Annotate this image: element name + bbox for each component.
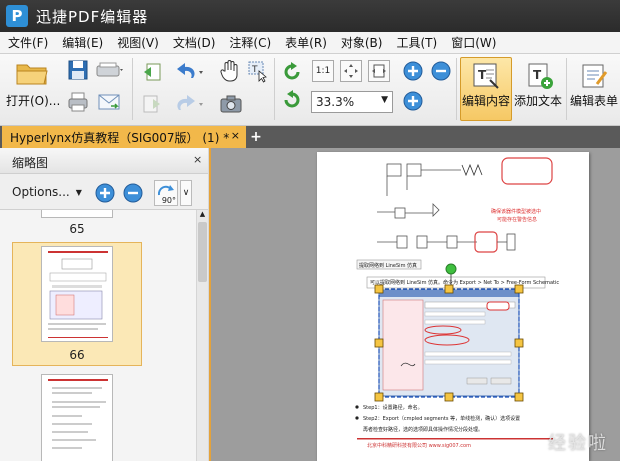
undo-icon[interactable] <box>172 60 206 84</box>
zoom-level-value: 33.3% <box>316 95 355 109</box>
svg-text:T: T <box>533 68 542 82</box>
thumbnails-panel: 缩略图 × Options... ▼ 90° ∨ 65 66 ▲ <box>0 148 208 461</box>
body-line: 再者检查好路径，选的选项即具体操作情况分段处理。 <box>363 427 484 433</box>
thumbnail-page-number: 66 <box>69 348 85 362</box>
watermark: 经验啦 <box>548 433 608 454</box>
menu-document[interactable]: 文档(D) <box>166 34 223 51</box>
thumbnail-scrollbar[interactable]: ▲ <box>196 210 208 461</box>
chevron-down-icon: ▼ <box>381 95 388 105</box>
fit-page-icon[interactable] <box>340 60 362 82</box>
next-page-icon[interactable] <box>140 92 164 116</box>
options-label: Options... <box>12 185 70 199</box>
add-text-label[interactable]: 添加文本 <box>514 92 562 109</box>
thumbnail-list: 65 66 <box>0 210 196 461</box>
pdf-page[interactable]: 确保该器件模型被选中 可能存在警告信息 提取网络到 LineSim 仿真 可以提… <box>317 152 589 461</box>
chevron-down-icon: ▼ <box>75 187 82 197</box>
new-tab-button[interactable]: + <box>248 129 264 145</box>
menu-view[interactable]: 视图(V) <box>110 34 166 51</box>
instruction-text: 可以提取网络到 LineSim 仿真。命令为 Export > Net To >… <box>370 280 560 286</box>
zoom-in-icon[interactable] <box>402 60 424 82</box>
bullet-step2: Step2：Export（cmpled segments 等，单线检测，确认）选… <box>363 416 521 422</box>
svg-text:T: T <box>478 68 487 82</box>
close-tab-icon[interactable]: × <box>231 129 240 142</box>
rotate-angle-label: 90° <box>161 196 176 205</box>
bullet-step1: Step1：设置路径，命名。 <box>363 405 423 411</box>
email-icon[interactable] <box>96 90 122 114</box>
actual-size-icon[interactable]: 1:1 <box>312 60 334 82</box>
open-button[interactable]: 打开(O)... <box>6 92 60 109</box>
menu-tools[interactable]: 工具(T) <box>389 34 444 51</box>
thumbnails-toolbar: Options... ▼ 90° ∨ <box>0 174 208 210</box>
redo-icon[interactable] <box>172 92 206 116</box>
zoom-out-icon[interactable] <box>430 60 452 82</box>
save-icon[interactable] <box>66 58 90 82</box>
document-tab[interactable]: Hyperlynx仿真教程（SIG007版） (1) * × <box>2 126 246 148</box>
app-title: 迅捷PDF编辑器 <box>36 7 149 26</box>
menu-form[interactable]: 表单(R) <box>278 34 334 51</box>
ribbon-toolbar: 打开(O)... T 1:1 33.3% ▼ T 编辑内容 T 添加文本 编辑表… <box>0 54 620 126</box>
print-icon[interactable] <box>66 90 90 114</box>
scrollbar-thumb[interactable] <box>198 222 207 282</box>
document-tab-strip: Hyperlynx仿真教程（SIG007版） (1) * × + <box>0 126 620 148</box>
reduce-thumbnails-icon[interactable] <box>122 182 144 204</box>
scroll-up-icon[interactable]: ▲ <box>198 210 207 220</box>
options-dropdown[interactable]: Options... ▼ <box>12 181 82 203</box>
thumbnail-page-number: 65 <box>69 222 85 236</box>
edit-content-icon: T <box>472 62 500 90</box>
menu-object[interactable]: 对象(B) <box>334 34 390 51</box>
zoom-level-select[interactable]: 33.3% ▼ <box>311 91 393 113</box>
red-note-warning: 可能存在警告信息 <box>497 217 538 223</box>
open-folder-icon[interactable] <box>14 58 50 88</box>
caption-text: 提取网络到 LineSim 仿真 <box>359 263 418 269</box>
red-note-model: 确保该器件模型被选中 <box>491 209 542 215</box>
hand-tool-icon[interactable] <box>218 58 242 84</box>
select-text-icon[interactable]: T <box>246 58 270 84</box>
edit-form-icon[interactable] <box>580 62 608 90</box>
menu-edit[interactable]: 编辑(E) <box>55 34 110 51</box>
title-bar: P 迅捷PDF编辑器 <box>0 0 620 32</box>
thumbnails-panel-header: 缩略图 × <box>0 148 208 174</box>
enlarge-thumbnails-icon[interactable] <box>94 182 116 204</box>
thumbnail-page-67[interactable] <box>41 374 113 461</box>
document-view[interactable]: 确保该器件模型被选中 可能存在警告信息 提取网络到 LineSim 仿真 可以提… <box>209 148 620 461</box>
page-footer: 北京中科精研科技有限公司 www.sig007.com <box>367 443 471 449</box>
scan-icon[interactable] <box>94 58 126 82</box>
document-tab-title: Hyperlynx仿真教程（SIG007版） (1) * <box>10 130 230 145</box>
fit-width-icon[interactable] <box>368 60 390 82</box>
close-panel-icon[interactable]: × <box>193 153 202 166</box>
edit-form-label[interactable]: 编辑表单 <box>570 92 618 109</box>
thumbnail-page-66[interactable] <box>41 246 113 342</box>
menu-comment[interactable]: 注释(C) <box>222 34 278 51</box>
previous-page-icon[interactable] <box>140 60 164 84</box>
rotate-counterclockwise-icon[interactable] <box>280 88 304 112</box>
edit-content-label: 编辑内容 <box>462 94 511 108</box>
menu-bar: 文件(F) 编辑(E) 视图(V) 文档(D) 注释(C) 表单(R) 对象(B… <box>0 32 620 54</box>
menu-window[interactable]: 窗口(W) <box>444 34 503 51</box>
thumbnail-page-65[interactable] <box>41 210 113 218</box>
app-logo-icon: P <box>6 5 28 27</box>
rotate-clockwise-icon[interactable] <box>280 60 304 84</box>
menu-file[interactable]: 文件(F) <box>0 34 55 51</box>
rotate-page-icon[interactable]: 90° <box>154 180 178 206</box>
rotate-options-chevron-icon[interactable]: ∨ <box>180 180 192 206</box>
svg-text:T: T <box>251 65 258 75</box>
thumbnails-panel-title: 缩略图 <box>12 156 49 170</box>
add-text-icon[interactable]: T <box>526 62 554 90</box>
snapshot-icon[interactable] <box>218 92 244 116</box>
zoom-marquee-icon[interactable] <box>402 90 424 112</box>
